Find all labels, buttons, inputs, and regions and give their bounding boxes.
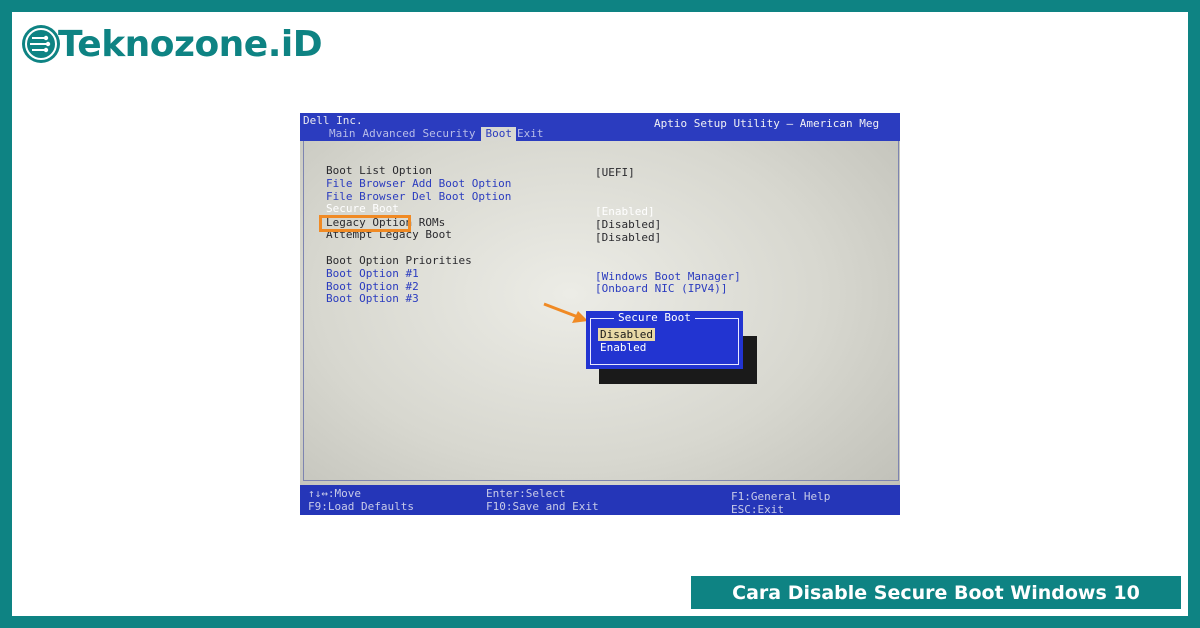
tab-advanced[interactable]: Advanced [362,127,422,141]
popup-title: Secure Boot [614,311,695,325]
section-boot-option-priorities: Boot Option Priorities [326,254,472,267]
arrow-pointer-icon [543,302,588,323]
secure-boot-popup[interactable]: Secure Boot Disabled Enabled [586,311,743,369]
value-boot-list[interactable]: [UEFI] [595,166,635,179]
bios-screenshot: Dell Inc. Aptio Setup Utility – American… [300,113,900,515]
brand-logo[interactable]: Teknozone.iD [22,22,323,66]
circuit-logo-icon [22,25,60,63]
tab-boot[interactable]: Boot [481,127,516,141]
option-boot-3[interactable]: Boot Option #3 [326,292,419,305]
option-file-browser-add[interactable]: File Browser Add Boot Option [326,177,511,190]
brand-name: Teknozone.iD [58,23,323,65]
secure-boot-highlight [319,215,411,232]
value-attempt-legacy-boot[interactable]: [Disabled] [595,231,661,244]
value-legacy-option-roms[interactable]: [Disabled] [595,218,661,231]
help-move: ↑↓↔:Move [308,487,361,500]
tab-security[interactable]: Security [421,127,481,141]
help-load-defaults: F9:Load Defaults [308,500,414,513]
option-secure-boot[interactable]: Secure Boot [326,202,399,215]
popup-option-enabled[interactable]: Enabled [598,341,648,354]
help-save-exit: F10:Save and Exit [486,500,599,513]
page-canvas: Teknozone.iD Dell Inc. Aptio Setup Utili… [12,12,1188,616]
help-exit: ESC:Exit [731,503,784,515]
bios-help-bar: ↑↓↔:Move F9:Load Defaults Enter:Select F… [300,485,900,515]
value-secure-boot[interactable]: [Enabled] [595,205,655,218]
option-boot-1[interactable]: Boot Option #1 [326,267,419,280]
article-caption: Cara Disable Secure Boot Windows 10 [691,576,1181,609]
bios-vendor: Dell Inc. [303,114,363,127]
help-select: Enter:Select [486,487,566,500]
tab-exit[interactable]: Exit [516,127,550,141]
bios-tab-bar: Main Advanced Security Boot Exit [328,127,549,141]
bios-boot-panel: Boot List Option [UEFI] File Browser Add… [303,141,899,481]
help-general-help: F1:General Help [731,490,831,503]
value-boot-2[interactable]: [Onboard NIC (IPV4)] [595,282,727,295]
tab-main[interactable]: Main [328,127,362,141]
option-boot-list[interactable]: Boot List Option [326,164,432,177]
bios-title-bar: Dell Inc. Aptio Setup Utility – American… [300,113,900,141]
popup-option-disabled[interactable]: Disabled [598,328,655,341]
bios-utility-title: Aptio Setup Utility – American Meg [654,117,880,130]
